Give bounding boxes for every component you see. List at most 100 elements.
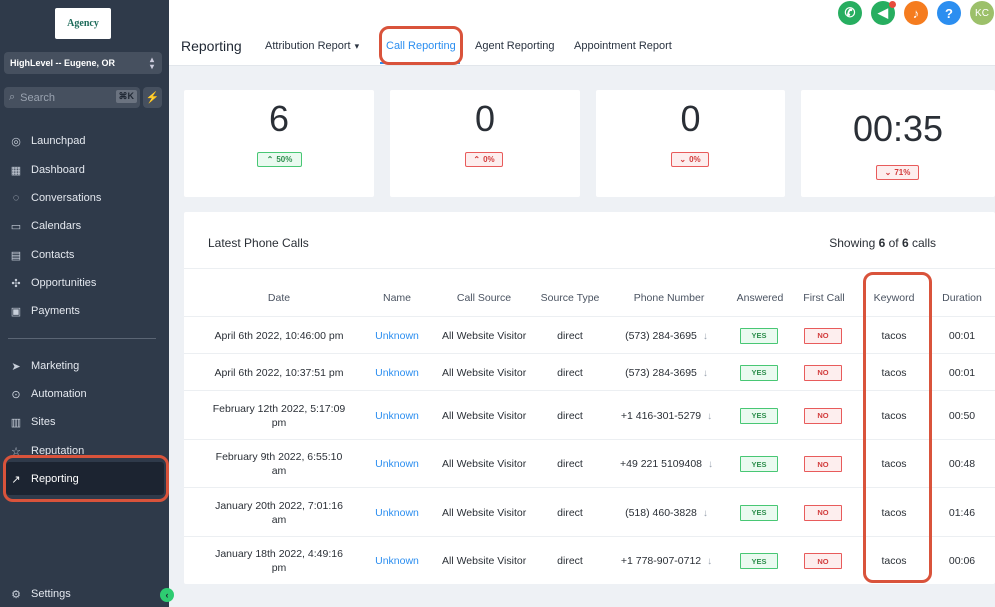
column-header-date[interactable]: Date [224, 292, 334, 304]
column-header-answered[interactable]: Answered [730, 292, 790, 304]
cell-duration: 00:01 [948, 366, 976, 379]
sidebar-item-launchpad[interactable]: ◎ Launchpad [8, 131, 85, 151]
avatar[interactable]: KC [970, 1, 994, 25]
contact-name-link[interactable]: Unknown [367, 366, 427, 380]
stat-change-value: 71% [894, 168, 911, 177]
column-header-phone-number[interactable]: Phone Number [619, 292, 719, 304]
cell-date: January 18th 2022, 4:49:16 pm [204, 547, 354, 575]
help-icon: ? [945, 5, 953, 21]
sidebar-item-sites[interactable]: ▥ Sites [8, 412, 56, 432]
search-input[interactable]: ⌕ Search ⌘K [4, 87, 140, 108]
stat-change-badge: ⌄ 71% [876, 165, 919, 180]
contact-name-link[interactable]: Unknown [367, 554, 427, 568]
sidebar-item-label: Automation [31, 388, 87, 400]
top-header: Reporting Attribution Report ▾ Call Repor… [169, 0, 995, 66]
stat-card-total-calls: 6 ⌃ 50% [184, 90, 374, 197]
answered-badge: YES [740, 504, 778, 521]
first-call-badge: NO [804, 553, 842, 569]
contact-name-link[interactable]: Unknown [367, 409, 427, 423]
column-header-keyword[interactable]: Keyword [864, 292, 924, 304]
column-header-source-type[interactable]: Source Type [534, 292, 606, 304]
phone-button[interactable]: ✆ [838, 1, 862, 25]
collapse-sidebar-button[interactable]: ‹ [160, 588, 174, 602]
quick-action-button[interactable]: ⚡ [143, 87, 162, 108]
download-icon[interactable]: ↓ [707, 411, 712, 422]
table-row: April 6th 2022, 10:46:00 pm Unknown All We… [184, 316, 995, 353]
download-icon[interactable]: ↓ [703, 508, 708, 519]
first-call-badge: NO [804, 407, 842, 424]
stat-change-value: 50% [276, 155, 293, 164]
answered-badge: YES [740, 364, 778, 381]
sidebar-item-conversations[interactable]: ◌ Conversations [8, 188, 102, 208]
tab-appointment-report[interactable]: Appointment Report [574, 40, 672, 52]
cell-date-line1: April 6th 2022, 10:46:00 pm [214, 329, 344, 342]
automation-icon: ⊙ [11, 388, 21, 401]
first-call-badge: NO [804, 327, 842, 344]
sidebar-item-automation[interactable]: ⊙ Automation [8, 384, 87, 404]
sidebar-item-settings[interactable]: ⚙ Settings [8, 584, 71, 604]
location-label: HighLevel -- Eugene, OR [10, 58, 116, 68]
contact-name-link[interactable]: Unknown [367, 457, 427, 471]
cell-phone-number: (573) 284-3695 ↓ [609, 329, 724, 344]
sidebar-item-reporting[interactable]: ↗ Reporting [8, 469, 79, 489]
cell-duration: 00:06 [948, 555, 976, 567]
gear-icon: ⚙ [11, 588, 21, 601]
cell-call-source: All Website Visitor [442, 555, 527, 567]
sidebar-item-label: Conversations [31, 192, 102, 204]
contact-name-link[interactable]: Unknown [367, 506, 427, 520]
tab-label: Call Reporting [386, 40, 456, 52]
download-icon[interactable]: ↓ [703, 331, 708, 342]
sidebar-item-contacts[interactable]: ▤ Contacts [8, 245, 75, 265]
sidebar-item-label: Payments [31, 305, 80, 317]
cell-date-line2: am [271, 465, 287, 477]
tab-label: Appointment Report [574, 40, 672, 52]
download-icon[interactable]: ↓ [707, 556, 712, 567]
column-header-call-source[interactable]: Call Source [439, 292, 529, 304]
stat-change-badge: ⌄ 0% [671, 152, 709, 167]
sidebar: Agency HighLevel -- Eugene, OR ▴ ▾ ⌕ Sear… [0, 0, 169, 607]
cell-source-type: direct [557, 458, 583, 470]
sidebar-item-label: Launchpad [31, 135, 86, 147]
sidebar-item-marketing[interactable]: ➤ Marketing [8, 356, 79, 376]
cell-source-type: direct [557, 366, 583, 379]
sidebar-divider [8, 338, 156, 339]
tab-attribution-report[interactable]: Attribution Report ▾ [265, 40, 359, 52]
cell-duration: 00:50 [948, 409, 976, 422]
logo-text: Agency [67, 18, 99, 29]
column-header-name[interactable]: Name [367, 292, 427, 304]
download-icon[interactable]: ↓ [708, 459, 713, 470]
sidebar-item-payments[interactable]: ▣ Payments [8, 301, 80, 321]
agency-logo[interactable]: Agency [55, 8, 111, 39]
column-header-duration[interactable]: Duration [932, 292, 992, 304]
lightning-icon: ⚡ [145, 92, 160, 104]
cell-date-line1: January 18th 2022, 4:49:16 [215, 548, 343, 560]
notifications-button[interactable]: ♪ [904, 1, 928, 25]
stat-change-badge: ⌃ 0% [465, 152, 503, 167]
cell-date: February 9th 2022, 6:55:10 am [204, 450, 354, 478]
cell-date-line2: pm [271, 416, 287, 429]
arrow-down-icon: ⌄ [884, 168, 892, 177]
phone-number-text: +1 416-301-5279 [620, 409, 702, 422]
sidebar-item-label: Dashboard [31, 164, 85, 176]
notification-dot [889, 1, 896, 8]
help-button[interactable]: ? [937, 1, 961, 25]
column-header-first-call[interactable]: First Call [794, 292, 854, 304]
sidebar-item-reputation[interactable]: ☆ Reputation [8, 441, 84, 461]
sidebar-item-opportunities[interactable]: ✣ Opportunities [8, 273, 96, 293]
sidebar-item-dashboard[interactable]: ▦ Dashboard [8, 160, 85, 180]
contacts-icon: ▤ [10, 249, 22, 262]
download-icon[interactable]: ↓ [703, 368, 708, 379]
cell-duration: 01:46 [948, 506, 976, 519]
cell-date-line2: am [271, 513, 287, 526]
sidebar-item-label: Reporting [31, 473, 79, 485]
cell-keyword: tacos [881, 329, 907, 342]
sidebar-item-label: Settings [31, 588, 71, 600]
cell-call-source: All Website Visitor [442, 506, 527, 519]
phone-number-text: (573) 284-3695 [625, 329, 697, 342]
tab-agent-reporting[interactable]: Agent Reporting [475, 40, 555, 52]
tab-call-reporting[interactable]: Call Reporting [386, 40, 456, 52]
location-switcher[interactable]: HighLevel -- Eugene, OR ▴ ▾ [4, 52, 162, 74]
sidebar-item-calendars[interactable]: ▭ Calendars [8, 216, 81, 236]
cell-phone-number: (573) 284-3695 ↓ [609, 366, 724, 381]
contact-name-link[interactable]: Unknown [367, 329, 427, 343]
